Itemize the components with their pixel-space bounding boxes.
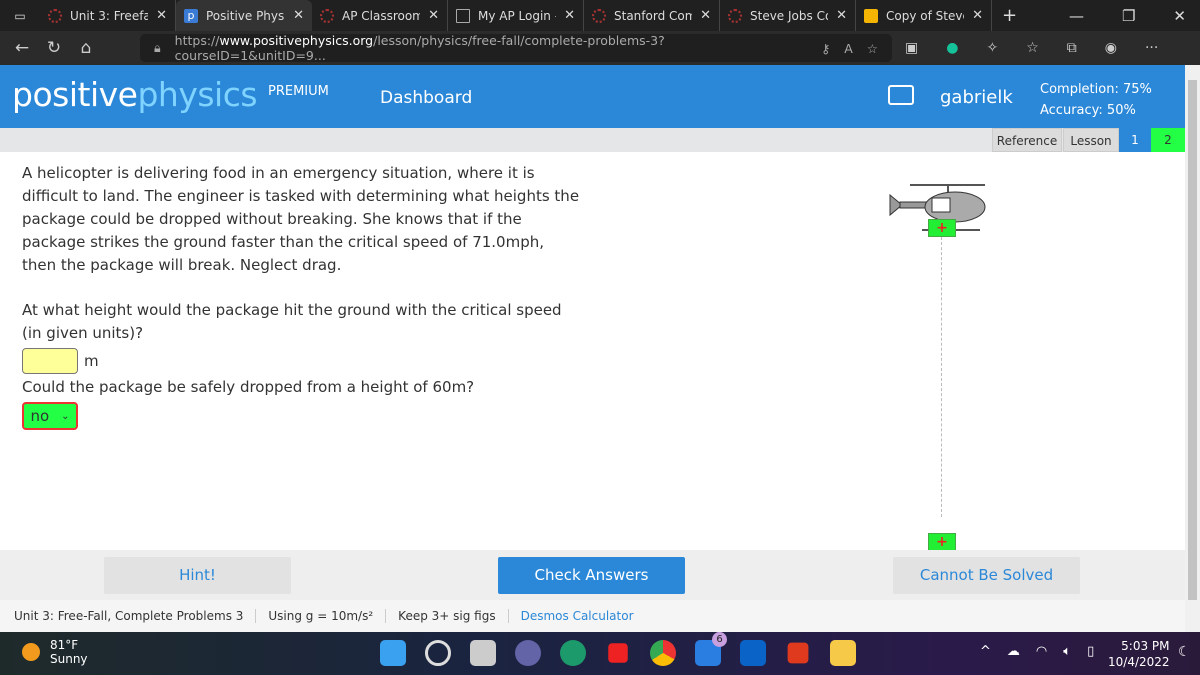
file-explorer-icon[interactable] [830, 640, 856, 666]
dashboard-link[interactable]: Dashboard [380, 88, 472, 108]
completion-stat: Completion: 75% [1040, 82, 1152, 97]
cannot-be-solved-button[interactable]: Cannot Be Solved [893, 557, 1080, 594]
sigfig-note: Keep 3+ sig figs [386, 609, 509, 623]
read-aloud-icon[interactable]: A [844, 41, 853, 56]
teams-icon[interactable] [515, 640, 541, 666]
close-icon[interactable]: ✕ [972, 8, 983, 23]
taskbar: 81°F Sunny 6 ^ ☁ ◠ 🔈︎ ▯ 5:03 PM 10/4/2022 ☾ [0, 632, 1200, 675]
tab-stanford[interactable]: Stanford Comm✕ [584, 0, 720, 31]
tab-my-ap-login[interactable]: My AP Login – ✕ [448, 0, 584, 31]
positivephysics-icon: p [184, 8, 198, 23]
focus-assist-icon[interactable]: ☾ [1178, 644, 1191, 660]
tab-bar: ▭ Unit 3: Freefall✕ pPositive Physics✕ A… [0, 0, 1200, 31]
canvas-icon [48, 8, 62, 23]
close-window-button[interactable]: ✕ [1173, 7, 1186, 25]
minimize-button[interactable]: — [1069, 7, 1084, 25]
new-tab-button[interactable]: + [992, 5, 1017, 26]
chrome-icon[interactable] [650, 640, 676, 666]
clock[interactable]: 5:03 PM 10/4/2022 [1108, 638, 1170, 670]
weather-widget[interactable]: 81°F Sunny [22, 638, 88, 666]
mail-icon[interactable] [888, 85, 914, 105]
tab-positive-physics[interactable]: pPositive Physics✕ [176, 0, 312, 31]
question-2: Could the package be safely dropped from… [22, 378, 475, 396]
refresh-button[interactable]: ↻ [38, 38, 70, 58]
youtube-icon[interactable] [608, 643, 628, 663]
address-bar-row: ← ↻ ⌂ 🔒︎ https://www.positivephysics.org/… [0, 31, 1200, 65]
tab-copy-of-steve[interactable]: Copy of Steve J✕ [856, 0, 992, 31]
tab-actions-icon[interactable]: ▭ [0, 9, 40, 23]
chevron-up-icon[interactable]: ^ [980, 644, 991, 659]
favorite-add-icon[interactable]: ☆ [867, 41, 878, 56]
favorites-icon[interactable]: ☆ [1026, 40, 1039, 56]
site-header: positivephysics PREMIUM Dashboard gabrie… [0, 65, 1185, 128]
unit-label: m [84, 351, 99, 370]
office-icon[interactable] [787, 642, 809, 664]
close-icon[interactable]: ✕ [564, 8, 575, 23]
logo[interactable]: positivephysics [12, 75, 258, 114]
close-icon[interactable]: ✕ [836, 8, 847, 23]
close-icon[interactable]: ✕ [293, 8, 304, 23]
sun-icon [22, 643, 40, 661]
document-icon [456, 8, 470, 23]
extensions-icon[interactable]: ✧ [986, 40, 998, 56]
tab-steve-jobs[interactable]: Steve Jobs Con✕ [720, 0, 856, 31]
volume-icon[interactable]: 🔈︎ [1063, 644, 1071, 659]
wifi-icon[interactable]: ◠ [1036, 644, 1047, 659]
lesson-tab[interactable]: Lesson [1063, 128, 1119, 152]
cloud-icon[interactable]: ☁ [1007, 644, 1020, 659]
package-ground-icon: + [928, 533, 956, 551]
tab-ap-classroom[interactable]: AP Classroom ✕ [312, 0, 448, 31]
safe-drop-select[interactable]: no ⌄ [22, 402, 78, 430]
back-button[interactable]: ← [6, 38, 38, 58]
canvas-icon [728, 8, 742, 23]
task-view-icon[interactable] [470, 640, 496, 666]
url-input[interactable]: 🔒︎ https://www.positivephysics.org/lesson… [140, 33, 892, 63]
grammarly-icon[interactable]: ● [946, 40, 958, 56]
tab-unit3[interactable]: Unit 3: Freefall✕ [40, 0, 176, 31]
collections-icon[interactable]: ⧉ [1067, 40, 1077, 56]
problem-text: A helicopter is delivering food in an em… [22, 164, 580, 274]
action-bar: Hint! Check Answers Cannot Be Solved [0, 550, 1185, 600]
username[interactable]: gabrielk [940, 87, 1013, 108]
sub-navigation: Reference Lesson 1 2 [0, 128, 1185, 152]
problem-area: A helicopter is delivering food in an em… [22, 162, 582, 430]
edge-icon[interactable] [560, 640, 586, 666]
home-button[interactable]: ⌂ [70, 38, 102, 58]
footer: Unit 3: Free-Fall, Complete Problems 3 U… [0, 600, 1185, 632]
profile-avatar[interactable]: ◉ [1105, 40, 1117, 56]
canvas-icon [320, 8, 334, 23]
scrollbar[interactable] [1185, 65, 1200, 632]
page-2-tab[interactable]: 2 [1151, 128, 1185, 152]
close-icon[interactable]: ✕ [156, 8, 167, 23]
desmos-link[interactable]: Desmos Calculator [509, 609, 646, 623]
close-icon[interactable]: ✕ [700, 8, 711, 23]
height-answer-input[interactable] [22, 348, 78, 374]
premium-label: PREMIUM [268, 84, 329, 99]
search-icon[interactable] [425, 640, 451, 666]
more-icon[interactable]: ··· [1145, 40, 1158, 56]
gravity-note: Using g = 10m/s² [256, 609, 387, 623]
start-icon[interactable] [380, 640, 406, 666]
key-icon[interactable]: ⚷ [821, 41, 830, 56]
close-icon[interactable]: ✕ [428, 8, 439, 23]
package-icon: + [928, 219, 956, 237]
canvas-icon [592, 8, 606, 23]
scrollbar-thumb[interactable] [1188, 80, 1197, 600]
chevron-down-icon: ⌄ [61, 410, 70, 422]
question-1: At what height would the package hit the… [22, 301, 562, 342]
unit-label: Unit 3: Free-Fall, Complete Problems 3 [14, 609, 257, 623]
lock-icon: 🔒︎ [154, 40, 161, 55]
restore-button[interactable]: ❐ [1122, 7, 1135, 25]
outlook-icon[interactable] [740, 640, 766, 666]
extension-icon[interactable]: ▣ [905, 40, 918, 56]
battery-icon[interactable]: ▯ [1087, 644, 1094, 659]
accuracy-stat: Accuracy: 50% [1040, 103, 1136, 118]
drop-path-line [941, 237, 942, 517]
page-1-tab[interactable]: 1 [1119, 128, 1151, 152]
slides-icon [864, 8, 878, 23]
hint-button[interactable]: Hint! [104, 557, 291, 594]
mail-app-icon[interactable]: 6 [695, 632, 727, 666]
check-answers-button[interactable]: Check Answers [498, 557, 685, 594]
reference-tab[interactable]: Reference [992, 128, 1062, 152]
